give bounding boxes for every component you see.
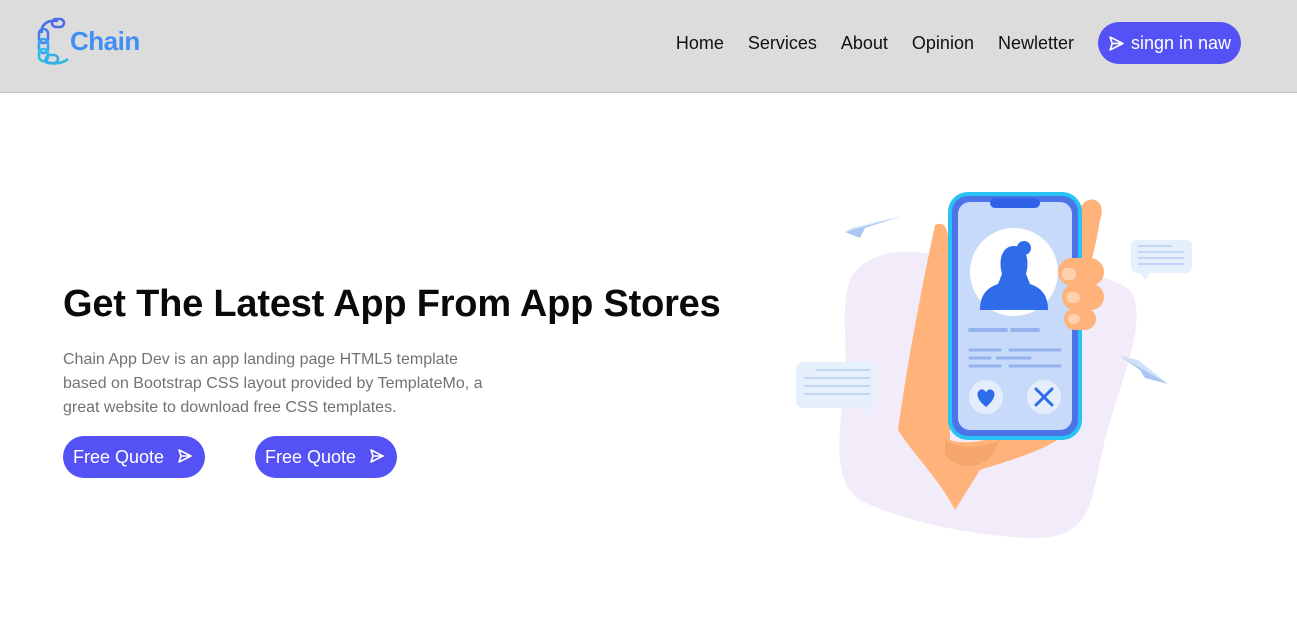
heart-icon [969,380,1003,414]
free-quote-label: Free Quote [265,446,357,467]
signin-label: singn in naw [1130,32,1232,53]
nav-item-opinion[interactable]: Opinion [912,31,974,55]
brand-logo[interactable]: Chain [36,16,140,66]
chat-bubble-icon [796,362,876,416]
paper-plane-icon [370,449,384,463]
chat-bubble-icon [1131,240,1192,280]
free-quote-button-2[interactable]: Free Quote [255,436,397,478]
free-quote-button-1[interactable]: Free Quote [63,436,205,478]
nav-item-home[interactable]: Home [676,31,724,55]
paper-plane-icon [1120,356,1168,384]
main-nav: Home Services About Opinion Newletter [676,31,1074,55]
navbar: Chain Home Services About Opinion Newlet… [0,0,1297,93]
free-quote-label: Free Quote [73,446,165,467]
hero-description: Chain App Dev is an app landing page HTM… [63,351,483,416]
paper-plane-icon [178,449,192,463]
chain-link-icon [37,17,69,65]
nav-item-newsletter[interactable]: Newletter [998,31,1074,55]
phone-notch [990,198,1040,208]
paper-plane-icon [1109,35,1124,51]
hero-title: Get The Latest App From App Stores [63,283,721,325]
brand-name: Chain [70,25,140,56]
nav-item-services[interactable]: Services [748,31,817,55]
nav-item-about[interactable]: About [841,31,888,55]
phone-hand-illustration [796,192,1192,539]
close-icon [1027,380,1061,414]
paper-plane-icon [845,216,902,238]
signin-button[interactable]: singn in naw [1098,22,1241,64]
